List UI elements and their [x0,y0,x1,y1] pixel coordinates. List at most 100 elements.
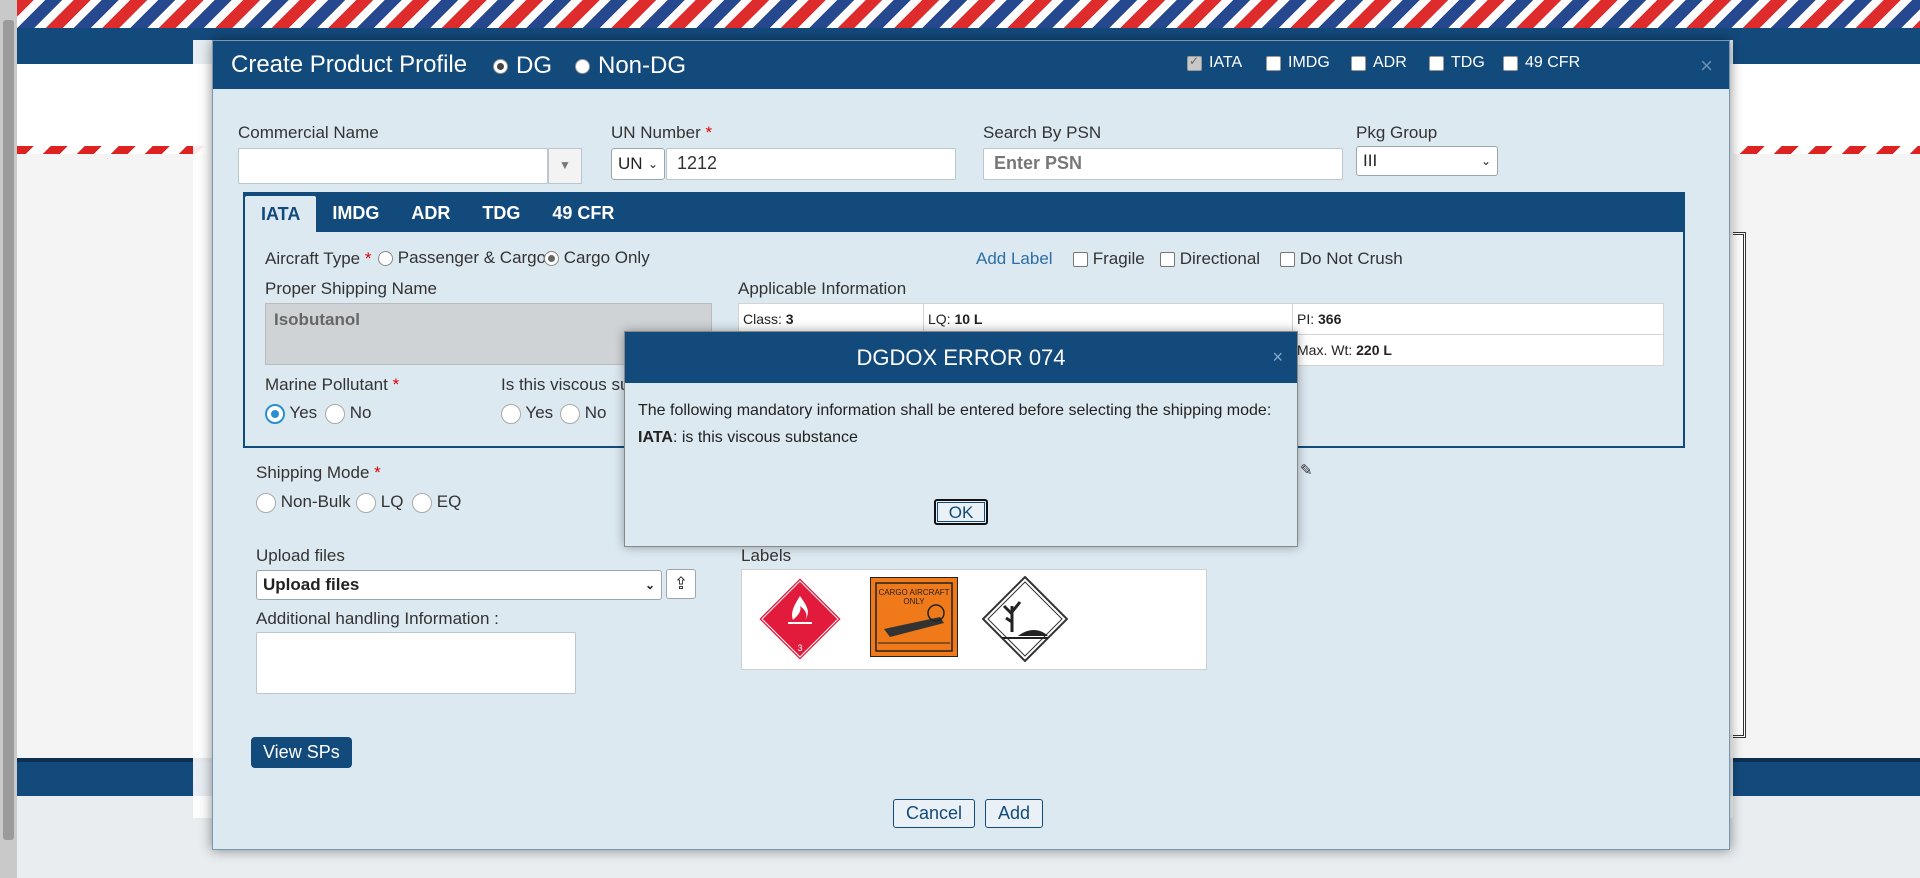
tab-bar: IATA IMDG ADR TDG 49 CFR [245,194,1683,232]
un-number-input[interactable]: 1212 [666,148,956,180]
flammable-class-text: 3 [797,643,802,653]
psn-label: Proper Shipping Name [265,279,437,298]
label-do-not-crush-checkbox[interactable]: Do Not Crush [1280,249,1403,269]
shipping-mode-label: Shipping Mode * [256,463,381,482]
close-icon[interactable]: × [1272,332,1283,383]
label-fragile-checkbox[interactable]: Fragile [1073,249,1145,269]
check-label: ADR [1373,54,1407,71]
browser-scrollbar[interactable] [0,0,17,878]
checkbox-icon [1503,55,1518,71]
mode-dg-radio[interactable]: DG [493,52,552,80]
checkbox-checked-icon [1187,54,1202,71]
option-label: EQ [436,492,462,511]
radio-icon [256,492,276,513]
error-title: DGDOX ERROR 074 [856,345,1066,370]
upload-files-label: Upload files [256,546,345,565]
lq-label: LQ: [928,311,951,327]
error-body: The following mandatory information shal… [625,383,1297,465]
modal-header: Create Product Profile DG Non-DG IATA IM… [213,41,1729,89]
additional-info-label: Additional handling Information : [256,609,499,628]
un-number-label: UN Number * [611,123,713,142]
checkbox-icon [1351,55,1366,71]
add-label-link[interactable]: Add Label [976,249,1053,269]
cargo-aircraft-only-label-icon: CARGO AIRCRAFT ONLY [870,577,958,657]
aircraft-type-text: Aircraft Type [265,249,361,268]
radio-icon [560,403,580,424]
header-check-49cfr[interactable]: 49 CFR [1503,54,1580,72]
shipping-nonbulk-radio[interactable]: Non-Bulk [256,492,351,513]
aircraft-cargo-radio[interactable]: Cargo Only [544,248,650,268]
tab-iata[interactable]: IATA [245,196,317,232]
checkbox-icon [1280,252,1295,268]
error-detail-key: IATA [638,429,673,446]
add-button[interactable]: Add [985,799,1044,828]
pkg-group-value: III [1363,151,1378,170]
label-fragile-text: Fragile [1092,249,1145,268]
check-label: 49 CFR [1525,54,1581,71]
option-label: Non-Bulk [280,492,351,511]
upload-files-value: Upload files [263,575,360,594]
applicable-info-label: Applicable Information [738,279,907,298]
header-check-iata[interactable]: IATA [1187,54,1242,72]
tab-tdg[interactable]: TDG [466,194,536,232]
error-message: The following mandatory information shal… [638,402,1272,419]
hazard-labels-area: 3 CARGO AIRCRAFT ONLY [741,569,1207,670]
aircraft-passenger-radio[interactable]: Passenger & Cargo [378,248,546,268]
flammable-liquid-label-icon: 3 [757,576,843,662]
upload-icon[interactable]: ⇪ [666,569,696,599]
class-value: 3 [785,311,794,327]
marine-pollutant-text: Marine Pollutant [265,375,388,394]
pkg-group-select[interactable]: III ⌄ [1356,146,1498,176]
ok-button[interactable]: OK [934,499,988,525]
error-dialog: DGDOX ERROR 074 × The following mandator… [624,331,1298,547]
commercial-name-input[interactable] [238,148,548,184]
maxwt-value: 220 L [1356,342,1392,358]
radio-icon [501,403,521,424]
label-do-not-crush-text: Do Not Crush [1299,249,1403,268]
shipping-eq-radio[interactable]: EQ [412,492,461,513]
no-label: No [349,403,372,422]
mode-nondg-radio[interactable]: Non-DG [575,52,686,80]
pkg-group-label: Pkg Group [1356,123,1438,142]
aircraft-passenger-label: Passenger & Cargo [397,248,547,267]
marine-yes-radio[interactable]: Yes [265,403,317,424]
option-label: LQ [380,492,404,511]
viscous-no-radio[interactable]: No [560,403,606,424]
mode-nondg-label: Non-DG [598,52,687,79]
header-check-tdg[interactable]: TDG [1429,54,1485,72]
search-psn-input[interactable]: Enter PSN [983,148,1343,180]
additional-info-textarea[interactable] [256,632,576,694]
un-prefix-select[interactable]: UN ⌄ [611,148,665,180]
marine-no-radio[interactable]: No [325,403,371,424]
lq-value: 10 L [954,311,983,327]
upload-files-select[interactable]: Upload files ⌄ [256,570,662,600]
chevron-down-icon[interactable]: ▼ [548,148,582,184]
scroll-thumb[interactable] [3,20,14,840]
yes-label: Yes [525,403,554,422]
tab-49cfr[interactable]: 49 CFR [536,194,630,232]
error-detail: IATA: is this viscous substance [638,424,1284,451]
marine-pollutant-label: Marine Pollutant * [265,375,400,394]
view-sps-button[interactable]: View SPs [251,737,352,768]
search-psn-label: Search By PSN [983,123,1102,142]
maxwt-label: Max. Wt: [1297,342,1353,358]
yes-label: Yes [289,403,318,422]
viscous-yes-radio[interactable]: Yes [501,403,553,424]
radio-icon [575,58,590,74]
header-check-imdg[interactable]: IMDG [1266,54,1330,72]
check-label: IMDG [1288,54,1330,71]
close-icon[interactable]: × [1700,53,1713,79]
checkbox-icon [1429,55,1444,71]
edit-icon[interactable]: ✎ [1300,461,1313,479]
un-number-label-text: UN Number [611,123,701,142]
check-label: TDG [1451,54,1485,71]
shipping-lq-radio[interactable]: LQ [356,492,403,513]
environmentally-hazardous-label-icon [982,576,1068,662]
cancel-button[interactable]: Cancel [893,799,976,828]
label-directional-checkbox[interactable]: Directional [1160,249,1260,269]
tab-adr[interactable]: ADR [395,194,466,232]
chevron-down-icon: ⌄ [647,157,658,171]
header-check-adr[interactable]: ADR [1351,54,1407,72]
checkbox-icon [1073,252,1088,268]
tab-imdg[interactable]: IMDG [316,194,395,232]
